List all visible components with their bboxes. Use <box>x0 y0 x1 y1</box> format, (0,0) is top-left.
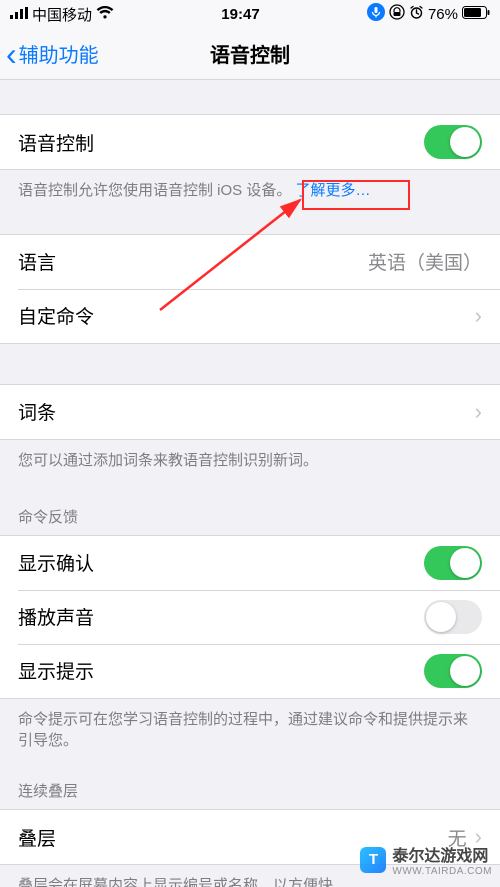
show-hints-switch[interactable] <box>424 654 482 688</box>
language-label: 语言 <box>18 248 368 275</box>
voice-control-switch[interactable] <box>424 125 482 159</box>
row-show-hints[interactable]: 显示提示 <box>0 644 500 698</box>
row-voice-control-toggle[interactable]: 语音控制 <box>0 115 500 169</box>
vocab-footer: 您可以通过添加词条来教语音控制识别新词。 <box>0 440 500 486</box>
row-vocab[interactable]: 词条 › <box>0 385 500 439</box>
rotation-lock-icon <box>389 4 405 24</box>
custom-commands-label: 自定命令 <box>18 302 467 329</box>
group-voice-control: 语音控制 <box>0 114 500 170</box>
row-play-sound[interactable]: 播放声音 <box>0 590 500 644</box>
feedback-footer: 命令提示可在您学习语音控制的过程中，通过建议命令和提供提示来引导您。 <box>0 699 500 767</box>
alarm-icon <box>409 5 424 24</box>
back-button[interactable]: ‹ 辅助功能 <box>0 38 99 70</box>
show-confirm-switch[interactable] <box>424 546 482 580</box>
group-feedback: 显示确认 播放声音 显示提示 <box>0 535 500 699</box>
chevron-right-icon: › <box>475 303 482 329</box>
status-time: 19:47 <box>221 6 259 23</box>
play-sound-switch[interactable] <box>424 600 482 634</box>
row-language[interactable]: 语言 英语（美国） <box>0 235 500 289</box>
voice-control-footer-text: 语音控制允许您使用语音控制 iOS 设备。 <box>18 182 291 199</box>
watermark-text: 泰尔达游戏网 <box>392 842 492 866</box>
nav-bar: ‹ 辅助功能 语音控制 <box>0 28 500 80</box>
battery-pct: 76% <box>428 6 458 23</box>
carrier-label: 中国移动 <box>32 4 92 25</box>
battery-icon <box>462 6 490 23</box>
learn-more-link[interactable]: 了解更多… <box>296 182 371 199</box>
back-label: 辅助功能 <box>19 39 99 68</box>
voice-control-label: 语音控制 <box>18 129 424 156</box>
row-show-confirm[interactable]: 显示确认 <box>0 536 500 590</box>
voice-control-footer: 语音控制允许您使用语音控制 iOS 设备。 了解更多… <box>0 170 500 216</box>
watermark: T 泰尔达游戏网 WWW.TAIRDA.COM <box>360 842 492 877</box>
show-confirm-label: 显示确认 <box>18 549 424 576</box>
feedback-header: 命令反馈 <box>0 486 500 535</box>
chevron-right-icon: › <box>475 399 482 425</box>
group-vocab: 词条 › <box>0 384 500 440</box>
signal-icon <box>10 6 28 23</box>
row-custom-commands[interactable]: 自定命令 › <box>0 289 500 343</box>
voice-indicator-icon <box>367 3 385 25</box>
watermark-sub: WWW.TAIRDA.COM <box>392 866 492 877</box>
chevron-left-icon: ‹ <box>6 38 17 70</box>
vocab-label: 词条 <box>18 398 467 425</box>
status-bar: 中国移动 19:47 76% <box>0 0 500 28</box>
show-hints-label: 显示提示 <box>18 657 424 684</box>
wifi-icon <box>96 6 114 23</box>
overlay-header: 连续叠层 <box>0 766 500 809</box>
play-sound-label: 播放声音 <box>18 603 424 630</box>
watermark-logo-icon: T <box>360 847 386 873</box>
group-lang-custom: 语言 英语（美国） 自定命令 › <box>0 234 500 344</box>
language-value: 英语（美国） <box>368 248 482 275</box>
